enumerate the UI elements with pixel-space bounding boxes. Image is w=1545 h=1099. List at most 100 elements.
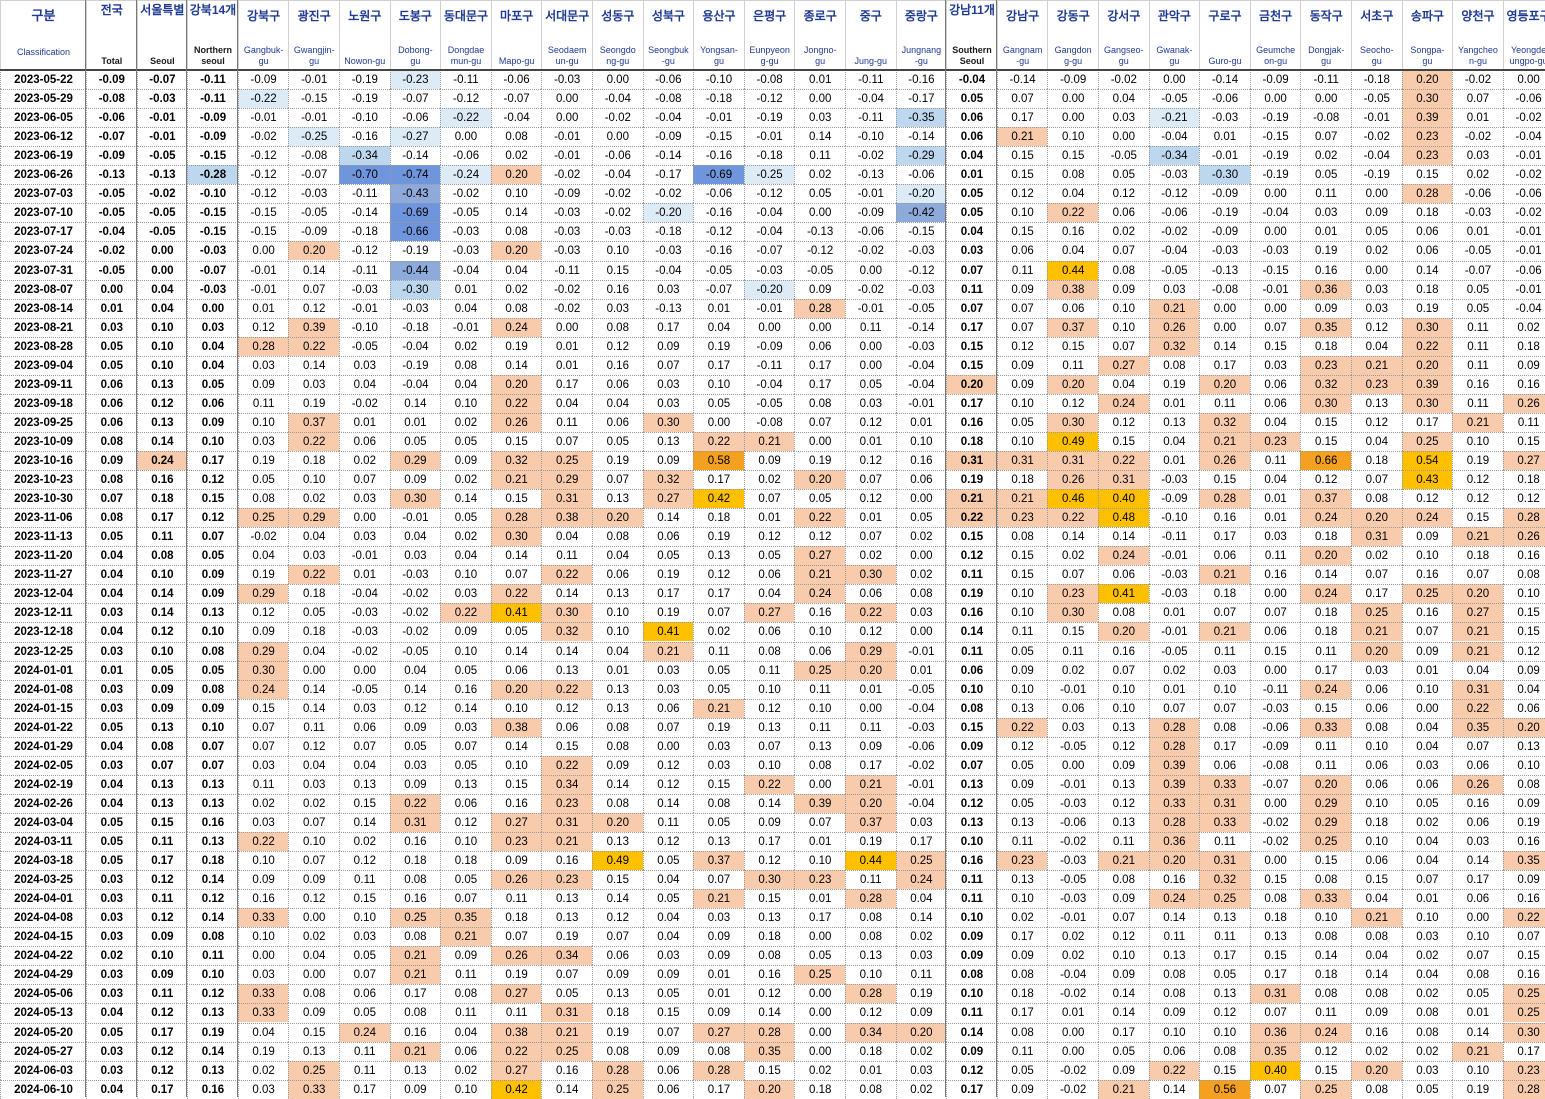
value-cell: 0.11 [693, 641, 744, 661]
value-cell: 0.22 [490, 393, 542, 413]
row-date: 2024-05-20 [0, 1022, 86, 1042]
value-cell: 0.26 [490, 412, 542, 432]
value-cell: -0.42 [895, 203, 947, 223]
value-cell: 0.09 [1502, 660, 1545, 680]
value-cell: 0.13 [339, 774, 390, 794]
value-cell: 0.11 [946, 279, 997, 299]
value-cell: 0.07 [946, 298, 997, 318]
value-cell: -0.03 [895, 717, 947, 737]
value-cell: 0.14 [541, 641, 592, 661]
value-cell: -0.25 [288, 127, 339, 147]
value-cell: 0.19 [895, 984, 947, 1004]
value-cell: 0.36 [1300, 279, 1351, 299]
value-cell: 0.00 [1047, 108, 1098, 128]
value-cell: 0.03 [642, 679, 694, 699]
row-date: 2024-01-08 [0, 679, 86, 699]
value-cell: 0.30 [1047, 412, 1098, 432]
value-cell: 0.12 [136, 1060, 188, 1080]
value-cell: 0.08 [389, 870, 441, 890]
value-cell: 0.09 [187, 698, 238, 718]
value-cell: -0.05 [693, 260, 744, 280]
value-cell: 0.54 [1401, 451, 1453, 471]
value-cell: -0.12 [895, 260, 947, 280]
value-cell: -0.01 [339, 298, 390, 318]
value-cell: 0.21 [440, 927, 491, 947]
value-cell: -0.02 [1452, 127, 1503, 147]
value-cell: -0.06 [895, 165, 947, 185]
value-cell: 0.32 [1148, 336, 1200, 356]
value-cell: 0.21 [1199, 431, 1250, 451]
value-cell: 0.18 [1300, 527, 1351, 547]
value-cell: 0.03 [86, 870, 137, 890]
row-date: 2023-12-18 [0, 622, 86, 642]
value-cell: 0.14 [136, 584, 188, 604]
value-cell: -0.02 [1148, 222, 1200, 242]
value-cell: 0.04 [86, 774, 137, 794]
value-cell: 0.02 [440, 1060, 491, 1080]
value-cell: 0.14 [440, 698, 491, 718]
value-cell: 0.05 [592, 431, 643, 451]
value-cell: 0.01 [1401, 660, 1453, 680]
value-cell: 0.20 [1502, 717, 1545, 737]
value-cell: -0.06 [693, 184, 744, 204]
value-cell: 0.09 [1502, 355, 1545, 375]
value-cell: -0.02 [1047, 832, 1098, 852]
value-cell: 0.00 [86, 279, 137, 299]
value-cell: -0.01 [1502, 279, 1545, 299]
value-cell: -0.16 [339, 127, 390, 147]
value-cell: -0.13 [86, 165, 137, 185]
value-cell: -0.16 [693, 241, 744, 261]
value-cell: 0.05 [946, 184, 997, 204]
value-cell: -0.02 [1452, 70, 1503, 90]
value-cell: 0.11 [1148, 927, 1200, 947]
value-cell: 0.09 [946, 927, 997, 947]
value-cell: 0.11 [1300, 1003, 1351, 1023]
value-cell: 0.03 [288, 546, 339, 566]
value-cell: -0.01 [1148, 546, 1200, 566]
value-cell: 0.09 [895, 1003, 947, 1023]
value-cell: 0.43 [1401, 470, 1453, 490]
value-cell: 0.03 [845, 393, 896, 413]
value-cell: 0.03 [86, 317, 137, 337]
value-cell: -0.05 [86, 203, 137, 223]
value-cell: 0.05 [187, 660, 238, 680]
column-header: 성동구 Seongdo ng-gu [592, 0, 643, 70]
value-cell: 0.09 [187, 565, 238, 585]
value-cell: 0.33 [1148, 793, 1200, 813]
value-cell: 0.21 [845, 774, 896, 794]
value-cell: 0.00 [845, 336, 896, 356]
value-cell: 0.28 [1199, 489, 1250, 509]
value-cell: 0.11 [1047, 355, 1098, 375]
value-cell: 0.15 [592, 870, 643, 890]
value-cell: 0.19 [794, 451, 845, 471]
value-cell: 0.14 [440, 489, 491, 509]
column-header: 강남구 Gangnam -gu [996, 0, 1048, 70]
value-cell: 0.34 [541, 774, 592, 794]
value-cell: 0.10 [1502, 755, 1545, 775]
value-cell: 0.33 [237, 984, 289, 1004]
value-cell: 0.15 [642, 1003, 694, 1023]
column-header: 강북14개 Northern seoul [187, 0, 238, 70]
value-cell: 0.23 [1249, 431, 1301, 451]
value-cell: 0.05 [86, 527, 137, 547]
value-cell: 0.08 [1351, 1079, 1402, 1099]
value-cell: 0.08 [1351, 717, 1402, 737]
value-cell: 0.04 [541, 527, 592, 547]
value-cell: 0.12 [288, 736, 339, 756]
value-cell: -0.07 [288, 165, 339, 185]
value-cell: -0.28 [187, 165, 238, 185]
value-cell: 0.06 [946, 108, 997, 128]
value-cell: 0.15 [1199, 1060, 1250, 1080]
value-cell: 0.18 [440, 851, 491, 871]
value-cell: 0.01 [693, 298, 744, 318]
value-cell: 0.19 [693, 717, 744, 737]
value-cell: 0.10 [996, 203, 1048, 223]
value-cell: 0.16 [1249, 565, 1301, 585]
value-cell: 0.03 [1249, 355, 1301, 375]
value-cell: 0.06 [86, 393, 137, 413]
value-cell: 0.09 [1401, 527, 1453, 547]
value-cell: 0.09 [642, 336, 694, 356]
value-cell: 0.06 [490, 660, 542, 680]
value-cell: 0.15 [1452, 508, 1503, 528]
value-cell: 0.05 [693, 812, 744, 832]
